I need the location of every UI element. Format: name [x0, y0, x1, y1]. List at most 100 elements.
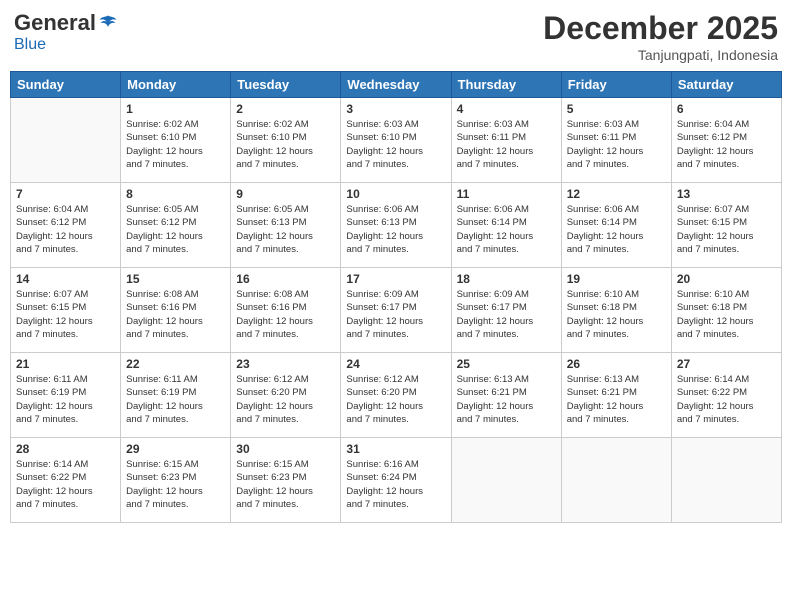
day-info: Sunrise: 6:16 AMSunset: 6:24 PMDaylight:… — [346, 458, 445, 511]
page-header: General Blue December 2025 Tanjungpati, … — [10, 10, 782, 63]
calendar-cell: 5Sunrise: 6:03 AMSunset: 6:11 PMDaylight… — [561, 98, 671, 183]
day-header-friday: Friday — [561, 72, 671, 98]
day-info: Sunrise: 6:15 AMSunset: 6:23 PMDaylight:… — [236, 458, 335, 511]
day-info: Sunrise: 6:11 AMSunset: 6:19 PMDaylight:… — [126, 373, 225, 426]
calendar-cell: 19 Sunrise: 6:10 AMSunset: 6:18 PMDayligh… — [561, 268, 671, 353]
day-number: 31 — [346, 442, 445, 456]
calendar-cell — [671, 438, 781, 523]
day-number: 4 — [457, 102, 556, 116]
calendar-cell: 9Sunrise: 6:05 AMSunset: 6:13 PMDaylight… — [231, 183, 341, 268]
day-number: 25 — [457, 357, 556, 371]
calendar-table: SundayMondayTuesdayWednesdayThursdayFrid… — [10, 71, 782, 523]
calendar-cell: 16 Sunrise: 6:08 AMSunset: 6:16 PMDayligh… — [231, 268, 341, 353]
day-info: Sunrise: 6:08 AMSunset: 6:16 PMDaylight:… — [236, 288, 335, 341]
calendar-week-row: 21 Sunrise: 6:11 AMSunset: 6:19 PMDayligh… — [11, 353, 782, 438]
day-info: Sunrise: 6:06 AMSunset: 6:14 PMDaylight:… — [457, 203, 556, 256]
calendar-cell: 31 Sunrise: 6:16 AMSunset: 6:24 PMDayligh… — [341, 438, 451, 523]
day-info: Sunrise: 6:14 AMSunset: 6:22 PMDaylight:… — [16, 458, 115, 511]
day-info: Sunrise: 6:03 AMSunset: 6:11 PMDaylight:… — [457, 118, 556, 171]
logo-blue-text: Blue — [14, 36, 46, 53]
logo-general-text: General — [14, 10, 96, 36]
calendar-cell: 26Sunrise: 6:13 AMSunset: 6:21 PMDayligh… — [561, 353, 671, 438]
title-section: December 2025 Tanjungpati, Indonesia — [543, 10, 778, 63]
day-info: Sunrise: 6:06 AMSunset: 6:13 PMDaylight:… — [346, 203, 445, 256]
day-number: 21 — [16, 357, 115, 371]
calendar-cell: 12Sunrise: 6:06 AMSunset: 6:14 PMDayligh… — [561, 183, 671, 268]
day-number: 16 — [236, 272, 335, 286]
day-info: Sunrise: 6:13 AMSunset: 6:21 PMDaylight:… — [567, 373, 666, 426]
logo: General Blue — [14, 10, 118, 54]
day-info: Sunrise: 6:10 AMSunset: 6:18 PMDaylight:… — [677, 288, 776, 341]
day-number: 9 — [236, 187, 335, 201]
calendar-cell: 7 Sunrise: 6:04 AMSunset: 6:12 PMDaylight… — [11, 183, 121, 268]
logo-bird-icon — [98, 13, 118, 33]
calendar-cell: 2 Sunrise: 6:02 AMSunset: 6:10 PMDaylight… — [231, 98, 341, 183]
day-number: 13 — [677, 187, 776, 201]
day-info: Sunrise: 6:02 AMSunset: 6:10 PMDaylight:… — [126, 118, 225, 171]
day-info: Sunrise: 6:08 AMSunset: 6:16 PMDaylight:… — [126, 288, 225, 341]
day-number: 23 — [236, 357, 335, 371]
calendar-cell: 25 Sunrise: 6:13 AMSunset: 6:21 PMDayligh… — [451, 353, 561, 438]
calendar-cell: 17Sunrise: 6:09 AMSunset: 6:17 PMDayligh… — [341, 268, 451, 353]
calendar-cell: 15 Sunrise: 6:08 AMSunset: 6:16 PMDayligh… — [121, 268, 231, 353]
day-info: Sunrise: 6:07 AMSunset: 6:15 PMDaylight:… — [677, 203, 776, 256]
calendar-cell: 28 Sunrise: 6:14 AMSunset: 6:22 PMDayligh… — [11, 438, 121, 523]
day-number: 20 — [677, 272, 776, 286]
calendar-cell: 4 Sunrise: 6:03 AMSunset: 6:11 PMDaylight… — [451, 98, 561, 183]
calendar-cell: 3 Sunrise: 6:03 AMSunset: 6:10 PMDaylight… — [341, 98, 451, 183]
calendar-cell: 13 Sunrise: 6:07 AMSunset: 6:15 PMDayligh… — [671, 183, 781, 268]
day-info: Sunrise: 6:13 AMSunset: 6:21 PMDaylight:… — [457, 373, 556, 426]
calendar-cell — [451, 438, 561, 523]
month-title: December 2025 — [543, 10, 778, 47]
day-number: 8 — [126, 187, 225, 201]
day-number: 6 — [677, 102, 776, 116]
calendar-cell: 14 Sunrise: 6:07 AMSunset: 6:15 PMDayligh… — [11, 268, 121, 353]
day-number: 11 — [457, 187, 556, 201]
day-number: 15 — [126, 272, 225, 286]
day-info: Sunrise: 6:15 AMSunset: 6:23 PMDaylight:… — [126, 458, 225, 511]
day-header-thursday: Thursday — [451, 72, 561, 98]
calendar-cell — [11, 98, 121, 183]
calendar-week-row: 28 Sunrise: 6:14 AMSunset: 6:22 PMDayligh… — [11, 438, 782, 523]
day-info: Sunrise: 6:04 AMSunset: 6:12 PMDaylight:… — [677, 118, 776, 171]
calendar-cell: 1 Sunrise: 6:02 AMSunset: 6:10 PMDaylight… — [121, 98, 231, 183]
calendar-cell: 10 Sunrise: 6:06 AMSunset: 6:13 PMDayligh… — [341, 183, 451, 268]
day-info: Sunrise: 6:04 AMSunset: 6:12 PMDaylight:… — [16, 203, 115, 256]
day-header-sunday: Sunday — [11, 72, 121, 98]
day-number: 17 — [346, 272, 445, 286]
location-text: Tanjungpati, Indonesia — [543, 47, 778, 63]
day-header-saturday: Saturday — [671, 72, 781, 98]
day-info: Sunrise: 6:10 AMSunset: 6:18 PMDaylight:… — [567, 288, 666, 341]
calendar-cell: 21 Sunrise: 6:11 AMSunset: 6:19 PMDayligh… — [11, 353, 121, 438]
day-number: 1 — [126, 102, 225, 116]
calendar-cell: 22 Sunrise: 6:11 AMSunset: 6:19 PMDayligh… — [121, 353, 231, 438]
calendar-header-row: SundayMondayTuesdayWednesdayThursdayFrid… — [11, 72, 782, 98]
day-info: Sunrise: 6:05 AMSunset: 6:12 PMDaylight:… — [126, 203, 225, 256]
day-info: Sunrise: 6:11 AMSunset: 6:19 PMDaylight:… — [16, 373, 115, 426]
calendar-week-row: 7 Sunrise: 6:04 AMSunset: 6:12 PMDaylight… — [11, 183, 782, 268]
day-info: Sunrise: 6:02 AMSunset: 6:10 PMDaylight:… — [236, 118, 335, 171]
day-number: 24 — [346, 357, 445, 371]
day-info: Sunrise: 6:03 AMSunset: 6:10 PMDaylight:… — [346, 118, 445, 171]
day-info: Sunrise: 6:14 AMSunset: 6:22 PMDaylight:… — [677, 373, 776, 426]
day-number: 2 — [236, 102, 335, 116]
day-number: 3 — [346, 102, 445, 116]
day-info: Sunrise: 6:07 AMSunset: 6:15 PMDaylight:… — [16, 288, 115, 341]
day-header-monday: Monday — [121, 72, 231, 98]
day-number: 28 — [16, 442, 115, 456]
day-number: 29 — [126, 442, 225, 456]
calendar-cell: 27Sunrise: 6:14 AMSunset: 6:22 PMDayligh… — [671, 353, 781, 438]
day-number: 22 — [126, 357, 225, 371]
calendar-cell: 29 Sunrise: 6:15 AMSunset: 6:23 PMDayligh… — [121, 438, 231, 523]
day-number: 19 — [567, 272, 666, 286]
day-number: 30 — [236, 442, 335, 456]
day-info: Sunrise: 6:12 AMSunset: 6:20 PMDaylight:… — [346, 373, 445, 426]
day-number: 10 — [346, 187, 445, 201]
day-number: 14 — [16, 272, 115, 286]
day-number: 18 — [457, 272, 556, 286]
day-header-wednesday: Wednesday — [341, 72, 451, 98]
calendar-cell: 23Sunrise: 6:12 AMSunset: 6:20 PMDayligh… — [231, 353, 341, 438]
day-info: Sunrise: 6:09 AMSunset: 6:17 PMDaylight:… — [457, 288, 556, 341]
day-header-tuesday: Tuesday — [231, 72, 341, 98]
day-number: 7 — [16, 187, 115, 201]
